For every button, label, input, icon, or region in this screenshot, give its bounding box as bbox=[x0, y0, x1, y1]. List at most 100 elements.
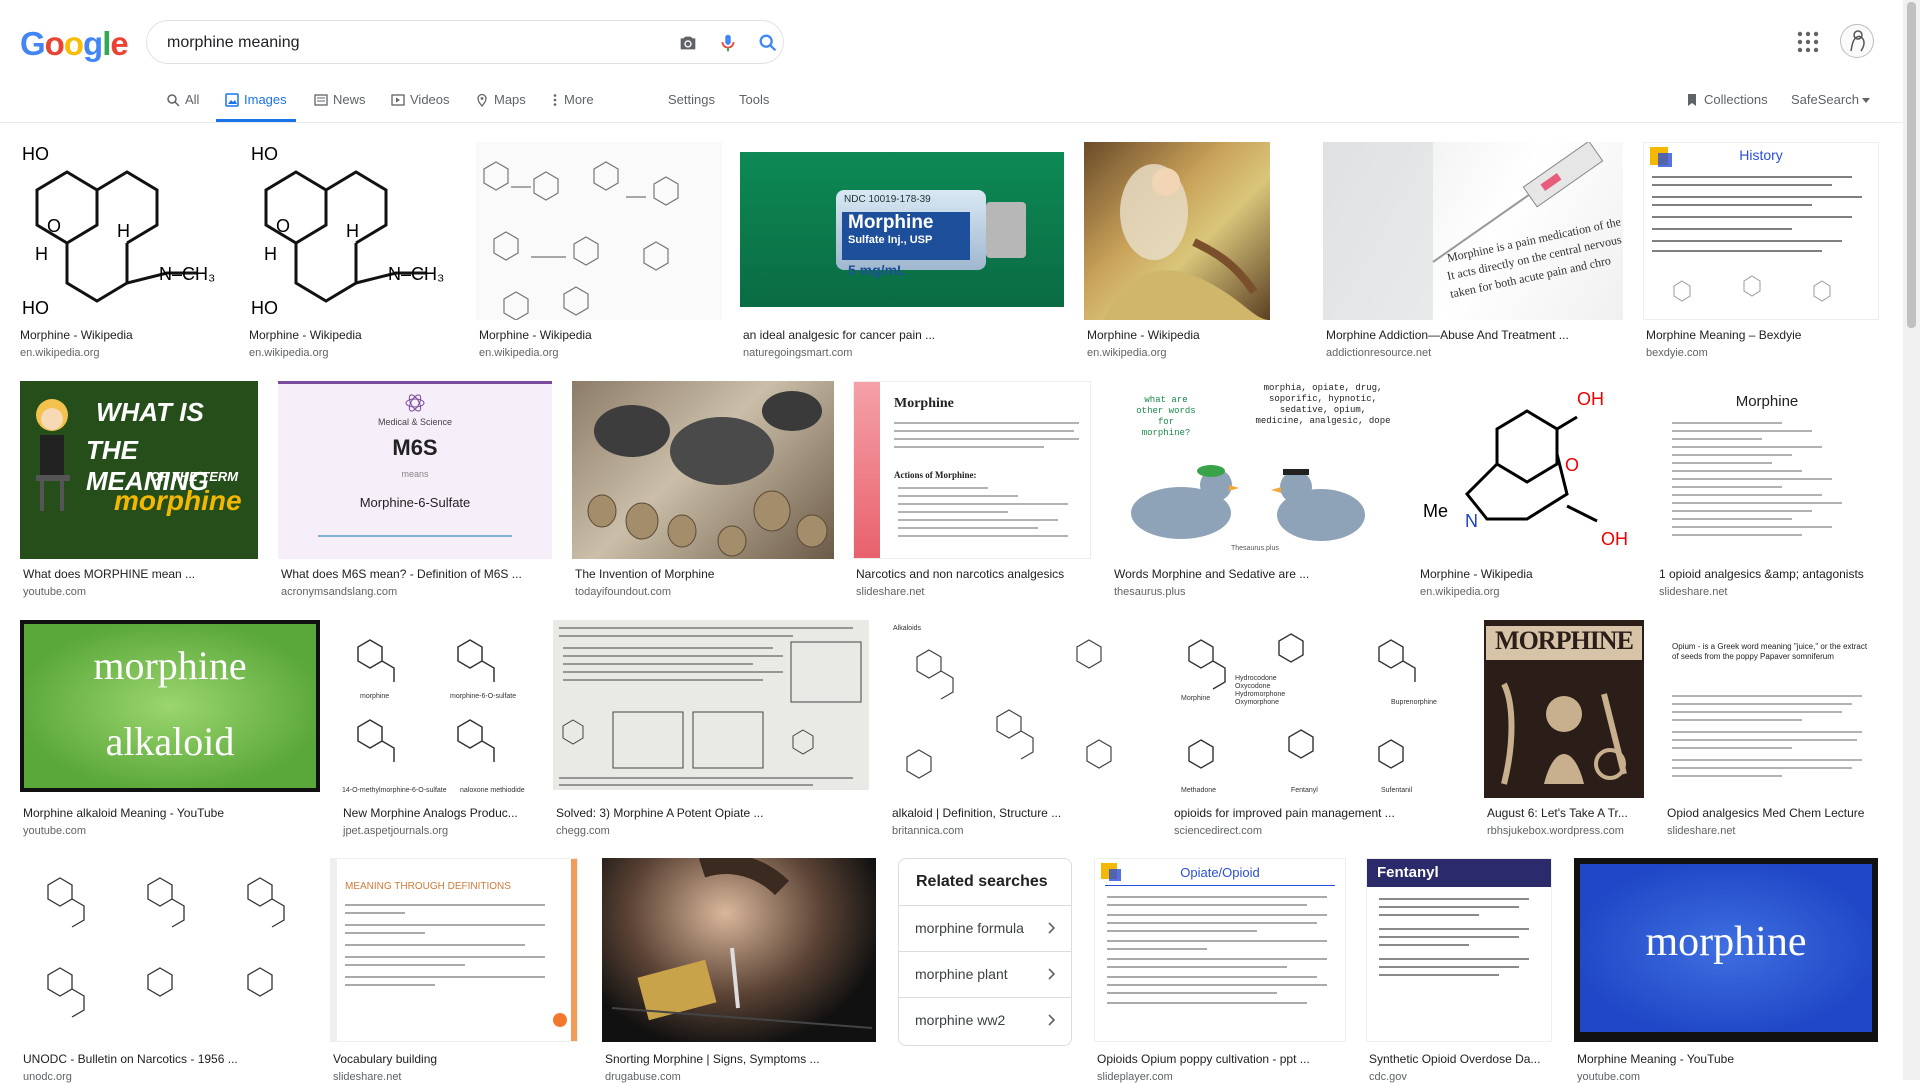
result-card[interactable]: HO O H H N–CH₃ HO Morphine - Wikipedia e… bbox=[17, 142, 229, 364]
result-thumbnail[interactable]: Morphine is a pain medication of the It … bbox=[1323, 142, 1623, 320]
result-card[interactable]: NDC 10019-178-39 Morphine Sulfate Inj., … bbox=[740, 142, 1066, 364]
scrollbar-thumb[interactable] bbox=[1907, 2, 1916, 328]
result-thumbnail[interactable]: HO O H H N–CH₃ HO bbox=[17, 142, 229, 320]
result-thumbnail[interactable] bbox=[572, 381, 834, 559]
result-thumbnail[interactable]: MORPHINE bbox=[1484, 620, 1644, 798]
result-title[interactable]: an ideal analgesic for cancer pain ... bbox=[743, 328, 1063, 342]
result-card[interactable]: HO O H H N–CH₃ HO Morphine - Wikipedia e… bbox=[246, 142, 458, 364]
result-card[interactable]: The Invention of Morphine todayifoundout… bbox=[572, 381, 834, 603]
tab-all[interactable]: All bbox=[166, 86, 199, 122]
result-title[interactable]: opioids for improved pain management ... bbox=[1174, 806, 1460, 820]
result-card[interactable]: Opium - is a Greek word meaning "juice,"… bbox=[1664, 620, 1878, 842]
camera-icon[interactable] bbox=[677, 32, 699, 54]
tab-maps[interactable]: Maps bbox=[475, 86, 526, 122]
result-thumbnail[interactable]: Morphine bbox=[1656, 381, 1878, 559]
result-title[interactable]: Morphine - Wikipedia bbox=[1087, 328, 1267, 342]
result-card[interactable]: morphine alkaloid Morphine alkaloid Mean… bbox=[20, 620, 320, 842]
result-thumbnail[interactable]: morphine bbox=[1574, 858, 1878, 1042]
result-title[interactable]: Snorting Morphine | Signs, Symptoms ... bbox=[605, 1052, 873, 1066]
result-thumbnail[interactable]: Opiate/Opioid bbox=[1094, 858, 1346, 1042]
result-thumbnail[interactable]: Alkaloids bbox=[889, 620, 1151, 798]
result-card[interactable]: Snorting Morphine | Signs, Symptoms ... … bbox=[602, 858, 876, 1083]
result-title[interactable]: alkaloid | Definition, Structure ... bbox=[892, 806, 1148, 820]
result-thumbnail[interactable]: MEANING THROUGH DEFINITIONS bbox=[330, 858, 578, 1042]
result-title[interactable]: Opiod analgesics Med Chem Lecture bbox=[1667, 806, 1875, 820]
result-title[interactable]: Morphine Meaning - YouTube bbox=[1577, 1052, 1875, 1066]
result-thumbnail[interactable] bbox=[20, 858, 310, 1042]
result-card[interactable]: WHAT IS THE MEANING OF THE TERM morphine… bbox=[20, 381, 258, 603]
tab-news[interactable]: News bbox=[314, 86, 366, 122]
result-title[interactable]: Opioids Opium poppy cultivation - ppt ..… bbox=[1097, 1052, 1343, 1066]
result-title[interactable]: Morphine - Wikipedia bbox=[20, 328, 226, 342]
apps-grid-icon[interactable] bbox=[1797, 31, 1819, 53]
related-search-item[interactable]: morphine formula bbox=[899, 905, 1071, 951]
result-title[interactable]: Words Morphine and Sedative are ... bbox=[1114, 567, 1394, 581]
result-card[interactable]: OH O Me N OH Morphine - Wikipedia en.wik… bbox=[1417, 381, 1637, 603]
result-card[interactable]: History Morphine Meaning – Bexdyie bexdy… bbox=[1643, 142, 1879, 364]
result-card[interactable]: MEANING THROUGH DEFINITIONS Vocabulary b… bbox=[330, 858, 578, 1083]
result-thumbnail[interactable]: Morphine Actions of Morphine: bbox=[853, 381, 1091, 559]
collections-link[interactable]: Collections bbox=[1685, 86, 1768, 122]
result-card[interactable]: UNODC - Bulletin on Narcotics - 1956 ...… bbox=[20, 858, 310, 1083]
result-card[interactable]: MORPHINE August 6: Let's Take A Tr... rb… bbox=[1484, 620, 1644, 842]
result-thumbnail[interactable]: HO O H H N–CH₃ HO bbox=[246, 142, 458, 320]
result-card[interactable]: Morphine 1 opioid analgesics &amp; antag… bbox=[1656, 381, 1878, 603]
result-thumbnail[interactable]: Morphine Hydrocodone Oxycodone Hydromorphon… bbox=[1171, 620, 1463, 798]
result-card[interactable]: Opiate/Opioid Opioids Opium poppy cultiv… bbox=[1094, 858, 1346, 1083]
result-thumbnail[interactable] bbox=[1084, 142, 1270, 320]
result-title[interactable]: What does M6S mean? - Definition of M6S … bbox=[281, 567, 549, 581]
search-icon[interactable] bbox=[757, 32, 779, 54]
result-card[interactable]: Fentanyl Synthetic Opioid Overdose Da...… bbox=[1366, 858, 1552, 1083]
safesearch-dropdown[interactable]: SafeSearch bbox=[1791, 86, 1870, 122]
result-title[interactable]: August 6: Let's Take A Tr... bbox=[1487, 806, 1641, 820]
result-title[interactable]: What does MORPHINE mean ... bbox=[23, 567, 255, 581]
result-title[interactable]: New Morphine Analogs Produc... bbox=[343, 806, 531, 820]
result-thumbnail[interactable]: Medical & Science M6S means Morphine-6-S… bbox=[278, 381, 552, 559]
tab-images[interactable]: Images bbox=[216, 86, 296, 122]
related-search-item[interactable]: morphine ww2 bbox=[899, 997, 1071, 1043]
result-title[interactable]: Narcotics and non narcotics analgesics bbox=[856, 567, 1088, 581]
result-card[interactable]: Morphine Actions of Morphine: Narcotics … bbox=[853, 381, 1091, 603]
result-title[interactable]: Solved: 3) Morphine A Potent Opiate ... bbox=[556, 806, 866, 820]
result-thumbnail[interactable]: OH O Me N OH bbox=[1417, 381, 1637, 559]
result-thumbnail[interactable]: NDC 10019-178-39 Morphine Sulfate Inj., … bbox=[740, 142, 1066, 320]
result-thumbnail[interactable] bbox=[602, 858, 876, 1042]
result-title[interactable]: Morphine alkaloid Meaning - YouTube bbox=[23, 806, 317, 820]
related-search-item[interactable]: morphine plant bbox=[899, 951, 1071, 997]
settings-link[interactable]: Settings bbox=[668, 86, 715, 122]
result-thumbnail[interactable]: morphine morphine-6-O-sulfate 14-O-methylm… bbox=[340, 620, 534, 798]
result-title[interactable]: Morphine - Wikipedia bbox=[1420, 567, 1634, 581]
result-card[interactable]: Morphine Hydrocodone Oxycodone Hydromorphon… bbox=[1171, 620, 1463, 842]
result-title[interactable]: Vocabulary building bbox=[333, 1052, 575, 1066]
result-thumbnail[interactable]: morphine alkaloid bbox=[20, 620, 320, 792]
result-thumbnail[interactable]: WHAT IS THE MEANING OF THE TERM morphine bbox=[20, 381, 258, 559]
result-title[interactable]: Morphine - Wikipedia bbox=[249, 328, 455, 342]
tools-link[interactable]: Tools bbox=[739, 86, 769, 122]
result-card[interactable]: Solved: 3) Morphine A Potent Opiate ... … bbox=[553, 620, 869, 842]
result-card[interactable]: morphine Morphine Meaning - YouTube yout… bbox=[1574, 858, 1878, 1083]
result-thumbnail[interactable]: Opium - is a Greek word meaning "juice,"… bbox=[1664, 620, 1878, 798]
result-card[interactable]: Alkaloids alkaloid | Definition, Structu… bbox=[889, 620, 1151, 842]
tab-more[interactable]: More bbox=[551, 86, 594, 122]
result-title[interactable]: Morphine Addiction—Abuse And Treatment .… bbox=[1326, 328, 1620, 342]
account-avatar[interactable] bbox=[1840, 24, 1874, 58]
result-card[interactable]: Morphine - Wikipedia en.wikipedia.org bbox=[476, 142, 722, 364]
result-thumbnail[interactable] bbox=[476, 142, 722, 320]
result-card[interactable]: Medical & Science M6S means Morphine-6-S… bbox=[278, 381, 552, 603]
result-thumbnail[interactable] bbox=[553, 620, 869, 790]
tab-videos[interactable]: Videos bbox=[391, 86, 450, 122]
result-title[interactable]: 1 opioid analgesics &amp; antagonists bbox=[1659, 567, 1875, 581]
search-input[interactable] bbox=[167, 31, 627, 55]
result-card[interactable]: what are other words for morphine? morph… bbox=[1111, 381, 1397, 603]
result-title[interactable]: UNODC - Bulletin on Narcotics - 1956 ... bbox=[23, 1052, 307, 1066]
result-card[interactable]: Morphine - Wikipedia en.wikipedia.org bbox=[1084, 142, 1270, 364]
result-card[interactable]: morphine morphine-6-O-sulfate 14-O-methylm… bbox=[340, 620, 534, 842]
result-title[interactable]: Morphine Meaning – Bexdyie bbox=[1646, 328, 1876, 342]
result-card[interactable]: Morphine is a pain medication of the It … bbox=[1323, 142, 1623, 364]
vertical-scrollbar[interactable] bbox=[1903, 0, 1920, 1080]
result-thumbnail[interactable]: what are other words for morphine? morph… bbox=[1111, 381, 1397, 559]
result-title[interactable]: The Invention of Morphine bbox=[575, 567, 831, 581]
search-box[interactable] bbox=[146, 20, 784, 64]
result-thumbnail[interactable]: Fentanyl bbox=[1366, 858, 1552, 1042]
result-title[interactable]: Synthetic Opioid Overdose Da... bbox=[1369, 1052, 1549, 1066]
